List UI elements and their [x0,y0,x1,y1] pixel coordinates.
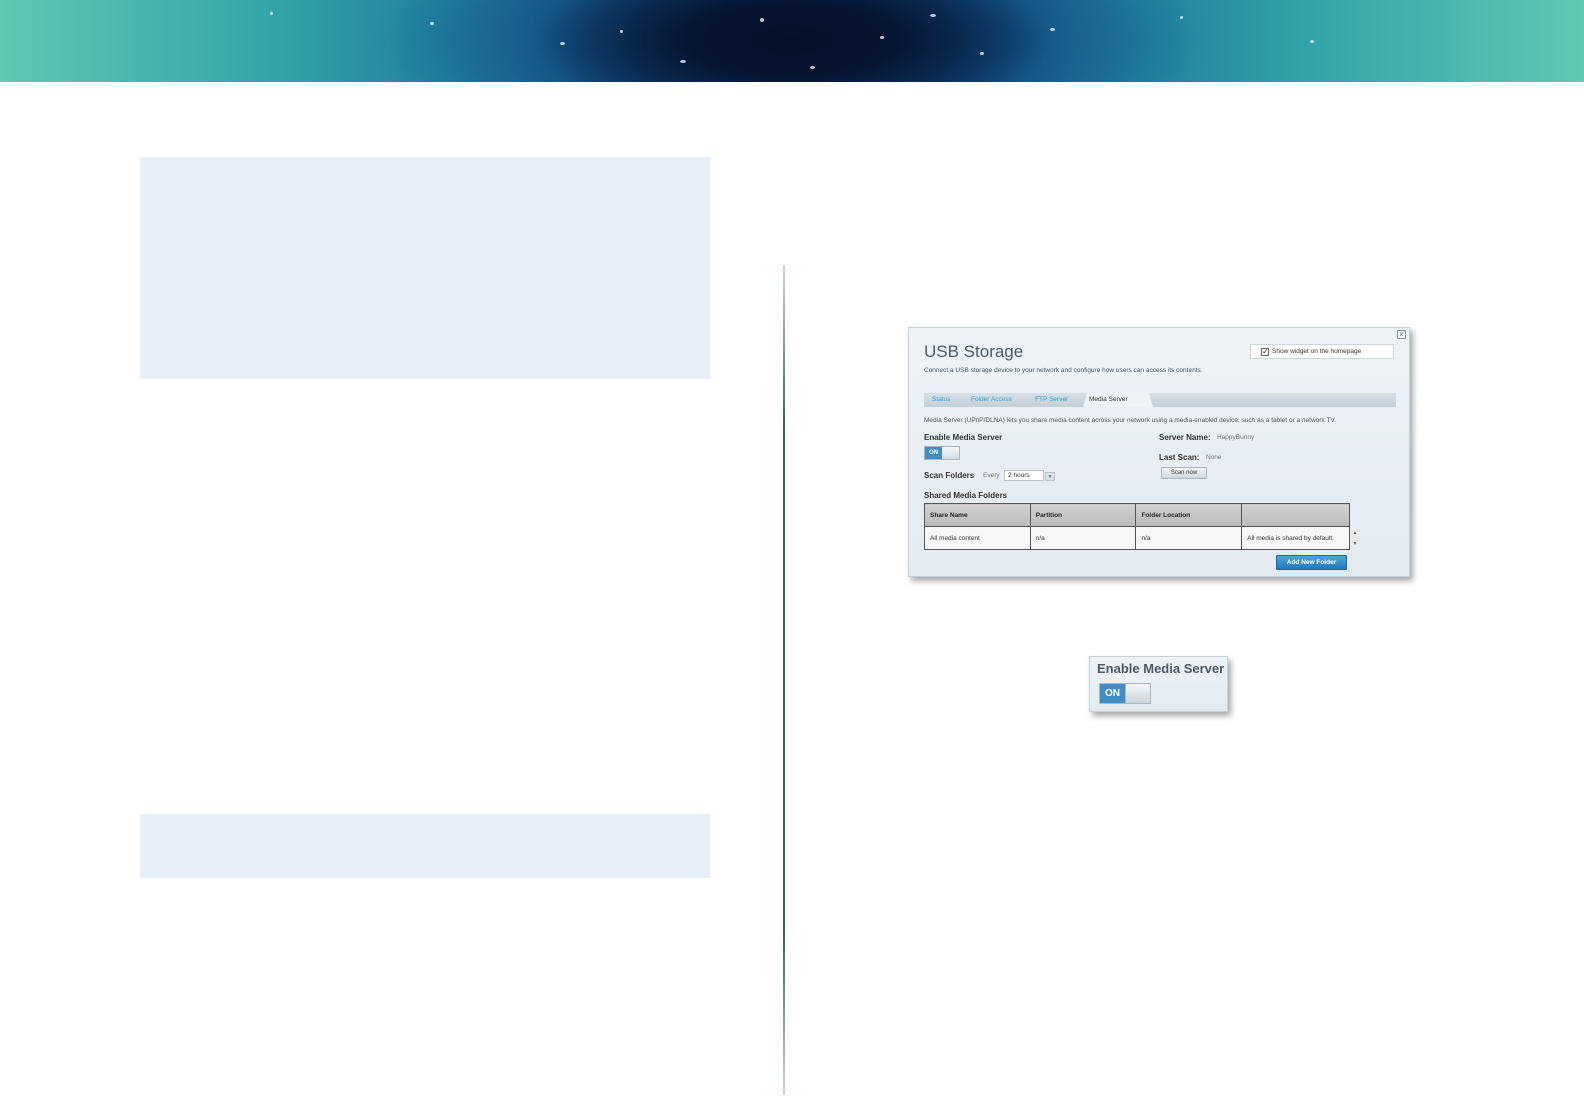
enable-media-server-zoom: Enable Media Server ON [1089,656,1228,712]
last-scan-value: None [1206,454,1222,461]
toggle-on-label: ON [925,447,942,459]
zoom-toggle-on-label: ON [1100,684,1125,703]
note-box [140,814,710,878]
cell-share-name: All media content [924,526,1031,550]
column-header-folder-location: Folder Location [1135,503,1243,527]
cell-partition: n/a [1029,526,1137,550]
column-divider [783,265,785,1095]
toggle-knob[interactable] [942,447,959,459]
zoom-toggle-knob[interactable] [1125,684,1150,703]
check-icon[interactable]: ✓ [1261,348,1269,356]
header-banner [0,0,1584,82]
server-name-label: Server Name: [1159,433,1211,442]
enable-media-server-label: Enable Media Server [924,433,1003,442]
server-name-value: HappyBunny [1217,434,1255,441]
table-header-row: Share Name Partition Folder Location [924,503,1350,527]
panel-subtitle: Connect a USB storage device to your net… [924,367,1203,374]
last-scan-label: Last Scan: [1159,453,1200,462]
tab-media-server[interactable]: Media Server [1089,396,1128,403]
cell-note: All media is shared by default. [1241,526,1350,550]
zoom-enable-media-server-toggle[interactable]: ON [1099,683,1151,704]
scan-folders-label: Scan Folders [924,471,975,480]
cell-folder-location: n/a [1135,526,1243,550]
scroll-down-icon[interactable]: ▼ [1352,539,1358,550]
panel-title: USB Storage [924,342,1024,361]
close-icon[interactable]: × [1397,330,1406,339]
table-row[interactable]: All media content n/a n/a All media is s… [924,526,1350,550]
tab-bar: Status Folder Access FTP Server Media Se… [924,393,1396,407]
table-scrollbar[interactable]: ▲ ▼ [1352,528,1358,550]
shared-media-folders-label: Shared Media Folders [924,491,1008,500]
tab-ftp-server[interactable]: FTP Server [1035,396,1068,403]
usb-storage-panel: × USB Storage Connect a USB storage devi… [908,327,1410,577]
show-widget-label: Show widget on the homepage [1272,348,1362,355]
tab-folder-access[interactable]: Folder Access [971,396,1012,403]
tab-status[interactable]: Status [932,396,950,403]
shared-folders-table: Share Name Partition Folder Location All… [924,503,1350,550]
zoom-enable-media-server-label: Enable Media Server [1097,661,1225,676]
column-header-partition: Partition [1029,503,1137,527]
column-header-note [1241,503,1350,527]
show-widget-option[interactable]: ✓ Show widget on the homepage [1250,344,1394,359]
enable-media-server-toggle[interactable]: ON [924,446,960,460]
scan-every-label: Every [983,472,1000,479]
scan-interval-select[interactable]: 2 hours [1004,470,1044,481]
scan-now-button[interactable]: Scan now [1161,467,1207,479]
add-new-folder-button[interactable]: Add New Folder [1276,555,1347,570]
chevron-down-icon[interactable]: ▼ [1045,472,1055,481]
scroll-up-icon[interactable]: ▲ [1352,528,1358,539]
note-box [140,157,710,379]
media-server-description: Media Server (UPnP/DLNA) lets you share … [924,417,1336,424]
column-header-share-name: Share Name [924,503,1031,527]
